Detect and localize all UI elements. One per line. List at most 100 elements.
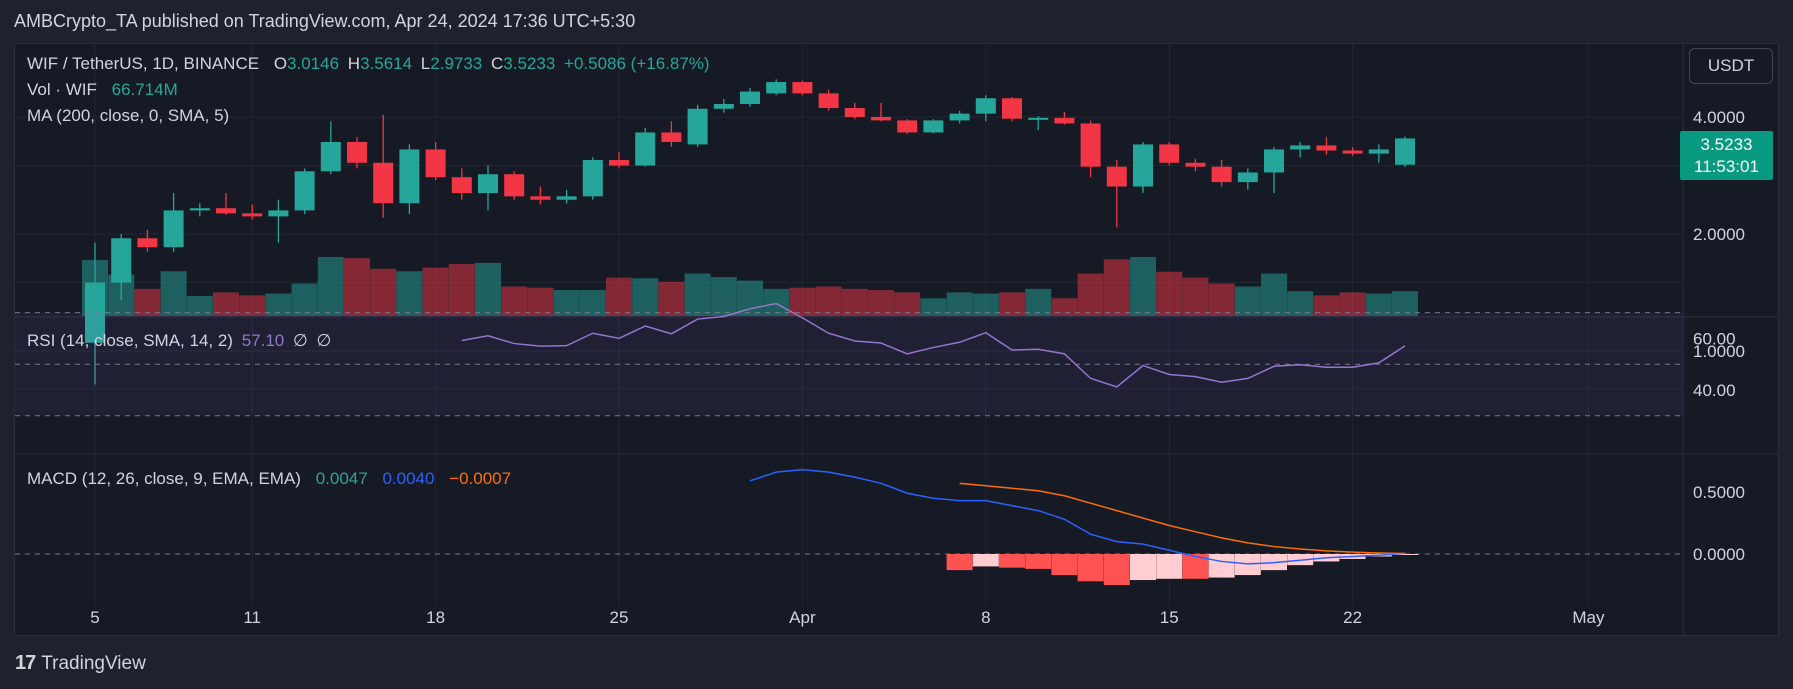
volume-bar [579, 290, 606, 316]
candle-body [766, 82, 787, 94]
volume-bar [1103, 259, 1130, 316]
candle-body [347, 141, 367, 163]
tradingview-footer[interactable]: 17 TradingView [15, 652, 146, 675]
high-label: H [347, 54, 361, 73]
volume-bar [1339, 292, 1366, 316]
close-value: 3.5233 [503, 54, 556, 73]
volume-bar [1234, 286, 1261, 316]
candle-body [1133, 144, 1153, 187]
volume-bar [999, 292, 1025, 316]
volume-bar [841, 288, 868, 316]
low-label: L [420, 54, 431, 73]
candle-body [504, 174, 525, 197]
candle-body [111, 238, 132, 283]
candle-body [1342, 150, 1363, 154]
volume-label[interactable]: Vol · WIF [27, 80, 97, 99]
ohlc-legend: WIF / TetherUS, 1D, BINANCE O3.0146 H 3.5… [27, 54, 714, 74]
macd-signal-line [959, 482, 1406, 555]
tradingview-brand: TradingView [41, 652, 146, 674]
time-axis-label: 22 [1343, 608, 1362, 627]
last-price-tag: 3.5233 11:53:01 [1680, 131, 1773, 180]
volume-bar [1208, 283, 1235, 316]
rsi-label[interactable]: RSI (14, close, SMA, 14, 2) [27, 331, 233, 350]
candle-body [975, 98, 996, 114]
macd-axis-label: 0.0000 [1693, 545, 1745, 564]
candle-body [1395, 138, 1415, 165]
macd-histogram-bar [1103, 554, 1130, 585]
rsi-legend: RSI (14, close, SMA, 14, 2) 57.10 ∅ ∅ [27, 331, 335, 351]
candle-body [661, 132, 682, 142]
candle-body [687, 108, 708, 145]
candle-body [635, 132, 656, 166]
volume-bar [344, 258, 370, 316]
volume-bars [82, 257, 1418, 316]
volume-bar [448, 264, 475, 316]
volume-bar [422, 267, 449, 316]
tradingview-logo-icon: 17 [15, 652, 36, 674]
macd-histogram-bar [972, 554, 999, 567]
volume-legend: Vol · WIF 66.714M [27, 80, 182, 100]
low-value: 2.9733 [430, 54, 483, 73]
macd-label[interactable]: MACD (12, 26, close, 9, EMA, EMA) [27, 469, 301, 488]
volume-bar [160, 271, 187, 316]
macd-histogram-bar [1208, 554, 1235, 578]
candle-body [1237, 172, 1258, 183]
candle-body [1264, 149, 1284, 173]
time-axis-label: 25 [610, 608, 629, 627]
open-value: 3.0146 [287, 54, 340, 73]
candle-body [163, 210, 184, 248]
candle-body [1002, 98, 1022, 119]
time-axis-label: 18 [426, 608, 445, 627]
candle-body [1159, 144, 1180, 163]
volume-bar [291, 283, 318, 316]
time-axis-label: Apr [789, 608, 816, 627]
candle-body [1316, 145, 1337, 151]
candle-body [268, 210, 289, 217]
volume-bar [1261, 273, 1287, 316]
candle-body [530, 196, 551, 200]
macd-legend: MACD (12, 26, close, 9, EMA, EMA) 0.0047… [27, 469, 515, 489]
candle-body [216, 208, 236, 214]
candle-body [294, 171, 315, 211]
volume-bar [684, 273, 711, 316]
candle-body [1054, 117, 1075, 124]
volume-bar [632, 278, 659, 316]
ma-label[interactable]: MA (200, close, 0, SMA, 5) [27, 106, 229, 125]
candle-body [320, 141, 341, 172]
rsi-pane [15, 302, 1683, 417]
candle-body [425, 149, 446, 178]
volume-value: 66.714M [111, 80, 178, 99]
macd-hist-value: −0.0007 [449, 469, 512, 488]
time-axis-label: 11 [243, 608, 261, 627]
candle-body [1185, 162, 1206, 167]
currency-button[interactable]: USDT [1689, 48, 1773, 84]
last-price-value: 3.5233 [1700, 134, 1753, 154]
macd-histogram-bar [946, 554, 973, 571]
candle-body [1080, 123, 1101, 167]
candle-body [1368, 149, 1389, 154]
symbol-label[interactable]: WIF / TetherUS, 1D, BINANCE [27, 54, 259, 73]
macd-axis-label: 0.5000 [1693, 483, 1745, 502]
rsi-empty-1: ∅ [292, 331, 308, 350]
candle-body [609, 160, 629, 166]
volume-bar [1077, 273, 1104, 316]
change-value: +0.5086 (+16.87%) [564, 54, 710, 73]
candle-body [949, 113, 970, 121]
candle-body [897, 120, 918, 133]
candle-body [478, 174, 498, 193]
volume-bar [606, 277, 632, 316]
volume-bar [763, 288, 790, 316]
candle-body [1106, 166, 1127, 187]
volume-bar [475, 262, 501, 316]
time-axis-label: 5 [90, 608, 99, 627]
candle-body [582, 160, 603, 197]
open-label: O [273, 54, 288, 73]
rsi-axis-label: 60.00 [1693, 329, 1736, 348]
candle-body [1028, 117, 1049, 120]
macd-histogram-bar [1025, 554, 1052, 569]
candle-body [451, 177, 472, 193]
candle-body [792, 82, 813, 94]
candle-body [189, 208, 210, 211]
rsi-value: 57.10 [241, 331, 285, 350]
volume-bar [1182, 277, 1209, 316]
